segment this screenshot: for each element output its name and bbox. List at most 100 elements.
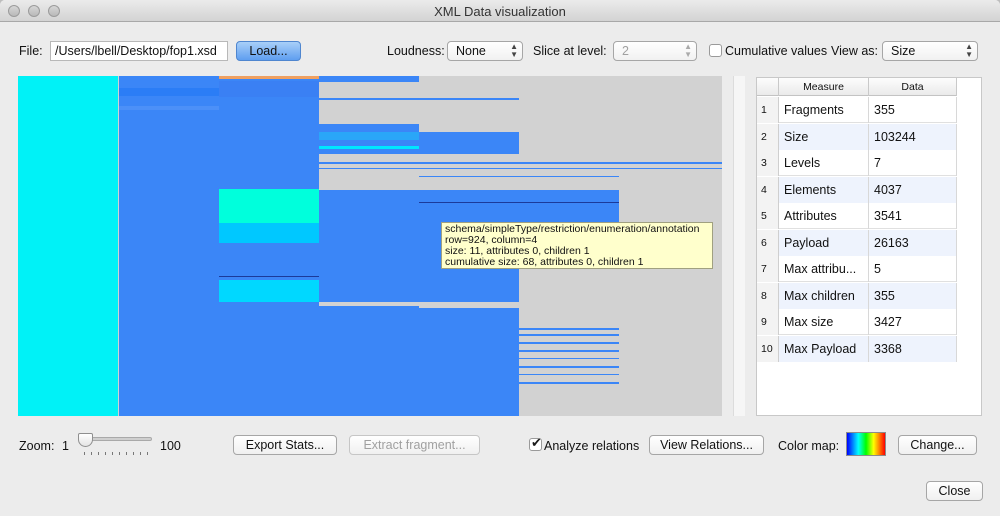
measure-header[interactable]: Measure	[779, 78, 869, 96]
table-row[interactable]: 4 Elements 4037	[757, 176, 957, 203]
row-number: 5	[757, 203, 779, 229]
visualization-scrollbar[interactable]	[733, 76, 745, 416]
table-row[interactable]: 7 Max attribu... 5	[757, 256, 957, 282]
level-4-block	[319, 190, 419, 302]
level-1-column	[18, 76, 118, 416]
row-number: 8	[757, 282, 779, 309]
row-number: 6	[757, 229, 779, 256]
level-3-band	[219, 81, 319, 97]
loudness-select[interactable]: None ▲ ▼	[447, 41, 523, 61]
data-cell: 355	[869, 282, 957, 309]
data-cell: 4037	[869, 176, 957, 203]
measure-cell: Fragments	[779, 97, 869, 123]
file-label: File:	[19, 44, 43, 58]
extract-fragment-button[interactable]: Extract fragment...	[349, 435, 480, 455]
view-relations-button[interactable]: View Relations...	[649, 435, 764, 455]
level-3-column	[219, 76, 319, 416]
cumulative-checkbox[interactable]	[709, 44, 722, 57]
slider-tick	[140, 452, 141, 455]
level-3-accent	[219, 76, 319, 79]
level-6-line	[419, 358, 619, 359]
data-cell: 26163	[869, 229, 957, 256]
window-title: XML Data visualization	[434, 4, 566, 19]
level-6-line	[419, 366, 619, 368]
file-path-field[interactable]: /Users/lbell/Desktop/fop1.xsd	[50, 41, 228, 61]
zoom-min-label: 1	[62, 439, 69, 453]
slider-tick	[119, 452, 120, 455]
data-cell: 5	[869, 256, 957, 282]
measure-cell: Max children	[779, 282, 869, 309]
level-6-line	[419, 334, 619, 336]
level-6-line	[419, 328, 619, 330]
level-5-block	[419, 308, 519, 416]
row-number-header	[757, 78, 779, 96]
slider-tick	[147, 452, 148, 455]
slider-tick	[126, 452, 127, 455]
row-number: 4	[757, 176, 779, 203]
data-cell: 3541	[869, 203, 957, 229]
level-6-line	[319, 168, 722, 169]
level-6-line	[419, 350, 619, 352]
level-6-line	[419, 374, 619, 375]
level-5-block	[419, 132, 519, 154]
color-map-label: Color map:	[778, 439, 840, 453]
table-row[interactable]: 1 Fragments 355	[757, 97, 957, 123]
table-row[interactable]: 2 Size 103244	[757, 123, 957, 150]
close-button[interactable]: Close	[926, 481, 983, 501]
table-row[interactable]: 8 Max children 355	[757, 282, 957, 309]
zoom-slider-knob[interactable]	[78, 433, 93, 447]
zoom-slider-ticks	[84, 452, 150, 456]
slice-label: Slice at level:	[533, 44, 607, 58]
slider-tick	[98, 452, 99, 455]
zoom-max-label: 100	[160, 439, 181, 453]
level-4-block	[319, 306, 419, 416]
level-3-divider	[219, 276, 319, 277]
measure-cell: Elements	[779, 176, 869, 203]
measure-cell: Levels	[779, 150, 869, 176]
row-number: 1	[757, 97, 779, 123]
level-6-line	[419, 390, 519, 391]
measure-cell: Max size	[779, 309, 869, 335]
row-number: 3	[757, 150, 779, 176]
level-4-block	[319, 146, 419, 149]
color-map-swatch[interactable]	[846, 432, 886, 456]
level-2-band	[119, 106, 219, 110]
table-row[interactable]: 3 Levels 7	[757, 150, 957, 176]
level-6-line	[419, 202, 619, 203]
slice-level-value: 2	[622, 44, 629, 58]
data-cell: 355	[869, 97, 957, 123]
data-cell: 3427	[869, 309, 957, 335]
data-cell: 3368	[869, 335, 957, 362]
stats-table-header: Measure Data	[757, 78, 957, 96]
view-as-select[interactable]: Size ▲ ▼	[882, 41, 978, 61]
loudness-label: Loudness:	[387, 44, 445, 58]
table-row[interactable]: 10 Max Payload 3368	[757, 335, 957, 362]
data-cell: 103244	[869, 123, 957, 150]
data-cell: 7	[869, 150, 957, 176]
level-2-band	[119, 88, 219, 96]
measure-cell: Max attribu...	[779, 256, 869, 282]
zoom-label: Zoom:	[19, 439, 55, 453]
export-stats-button[interactable]: Export Stats...	[233, 435, 337, 455]
analyze-relations-checkbox[interactable]: ✔	[529, 435, 542, 451]
measure-cell: Max Payload	[779, 335, 869, 362]
table-row[interactable]: 9 Max size 3427	[757, 309, 957, 335]
level-3-highlight	[219, 189, 319, 223]
level-3-highlight	[219, 280, 319, 302]
level-4-block	[319, 132, 419, 140]
row-number: 10	[757, 335, 779, 362]
level-2-column	[119, 76, 219, 416]
change-color-map-button[interactable]: Change...	[898, 435, 977, 455]
checkmark-icon: ✔	[531, 435, 542, 450]
row-number: 2	[757, 123, 779, 150]
row-number: 7	[757, 256, 779, 282]
loudness-value: None	[456, 44, 486, 58]
slice-level-select[interactable]: 2 ▲ ▼	[613, 41, 697, 61]
view-as-label: View as:	[831, 44, 879, 58]
table-row[interactable]: 5 Attributes 3541	[757, 203, 957, 229]
level-6-line	[319, 98, 519, 100]
table-row[interactable]: 6 Payload 26163	[757, 229, 957, 256]
slider-tick	[91, 452, 92, 455]
data-header[interactable]: Data	[869, 78, 957, 96]
load-button[interactable]: Load...	[236, 41, 301, 61]
